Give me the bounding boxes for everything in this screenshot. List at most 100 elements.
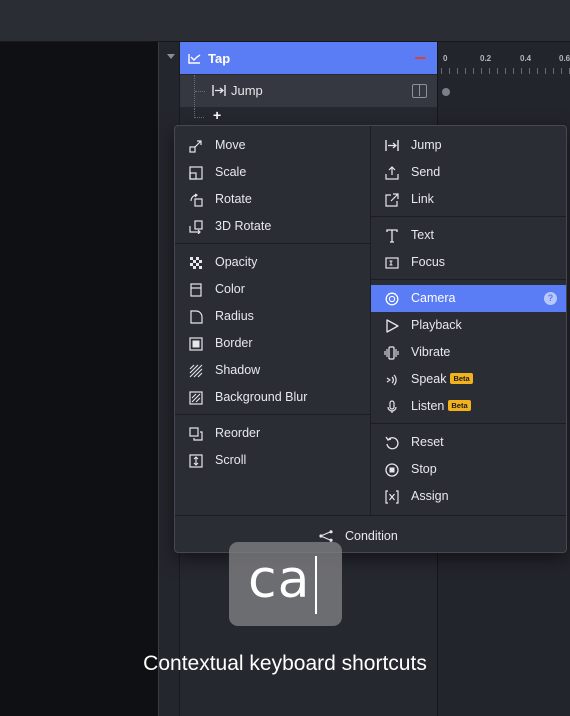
menu-item-vibrate[interactable]: Vibrate <box>371 339 566 366</box>
menu-item-label: Camera <box>411 291 456 305</box>
menu-item-link[interactable]: Link <box>371 186 566 213</box>
menu-item-focus[interactable]: Focus <box>371 249 566 276</box>
menu-item-label: Border <box>215 336 253 350</box>
reset-icon <box>384 435 399 450</box>
background-blur-icon <box>188 390 203 405</box>
link-icon <box>384 192 399 207</box>
rotate-3d-icon <box>188 219 203 234</box>
menu-item-label: Radius <box>215 309 254 323</box>
beta-badge: Beta <box>448 400 471 411</box>
color-icon <box>188 282 203 297</box>
jump-action-label: Jump <box>231 83 263 98</box>
collapse-caret-icon[interactable] <box>167 54 175 59</box>
vibrate-icon <box>384 345 399 360</box>
help-icon[interactable]: ? <box>544 292 557 305</box>
menu-item-scale[interactable]: Scale <box>175 159 371 186</box>
text-icon <box>384 228 399 243</box>
menu-item-label: Text <box>411 228 434 242</box>
add-action-menu: Move Scale Rotate 3D Rotate Opacity Colo… <box>174 125 567 553</box>
tap-trigger-row[interactable]: Tap <box>180 42 437 74</box>
menu-divider <box>175 243 371 244</box>
top-toolbar <box>0 0 570 42</box>
menu-item-listen[interactable]: Listen Beta <box>371 393 566 420</box>
tap-trigger-label: Tap <box>208 50 231 66</box>
jump-icon <box>212 85 226 96</box>
shadow-icon <box>188 363 203 378</box>
menu-item-label: Move <box>215 138 246 152</box>
typed-keys: ca <box>248 550 311 610</box>
menu-item-label: Rotate <box>215 192 252 206</box>
menu-item-scroll[interactable]: Scroll <box>175 447 371 474</box>
menu-item-label: Color <box>215 282 245 296</box>
menu-item-reorder[interactable]: Reorder <box>175 420 371 447</box>
menu-item-playback[interactable]: Playback <box>371 312 566 339</box>
add-action-row: + <box>180 107 437 126</box>
move-icon <box>188 138 203 153</box>
menu-item-text[interactable]: Text <box>371 222 566 249</box>
menu-item-assign[interactable]: Assign <box>371 483 566 510</box>
tap-trigger-icon <box>188 53 201 64</box>
menu-item-opacity[interactable]: Opacity <box>175 249 371 276</box>
menu-item-background-blur[interactable]: Background Blur <box>175 384 371 411</box>
timeline-ruler: 0 0.2 0.4 0.6 <box>437 42 570 74</box>
reorder-icon <box>188 426 203 441</box>
remove-trigger-icon[interactable] <box>415 57 426 59</box>
menu-item-label: Link <box>411 192 434 206</box>
menu-item-label: Reset <box>411 435 444 449</box>
menu-item-label: Jump <box>411 138 442 152</box>
menu-item-jump[interactable]: Jump <box>371 132 566 159</box>
speak-icon <box>384 372 399 387</box>
sidebar-toggle-icon[interactable] <box>412 84 427 98</box>
menu-item-label: Playback <box>411 318 462 332</box>
jump-action-row[interactable]: Jump <box>180 75 437 107</box>
menu-divider <box>371 279 566 280</box>
border-icon <box>188 336 203 351</box>
ruler-tick-label: 0 <box>443 54 448 63</box>
menu-item-label: Scale <box>215 165 247 179</box>
menu-item-stop[interactable]: Stop <box>371 456 566 483</box>
beta-badge: Beta <box>450 373 473 384</box>
menu-item-shadow[interactable]: Shadow <box>175 357 371 384</box>
keyframe-dot[interactable] <box>442 88 450 96</box>
menu-item-camera[interactable]: Camera ? <box>371 285 566 312</box>
menu-item-label: Scroll <box>215 453 247 467</box>
add-action-button[interactable]: + <box>213 107 221 123</box>
menu-item-label: Stop <box>411 462 437 476</box>
caption: Contextual keyboard shortcuts <box>143 652 427 675</box>
camera-icon <box>384 291 399 306</box>
menu-left-column: Move Scale Rotate 3D Rotate Opacity Colo… <box>175 126 371 515</box>
menu-item-radius[interactable]: Radius <box>175 303 371 330</box>
menu-item-text: Listen <box>411 399 445 413</box>
focus-icon <box>384 255 399 270</box>
ruler-tick-label: 0.2 <box>480 54 492 63</box>
menu-item-send[interactable]: Send <box>371 159 566 186</box>
ruler-ticks <box>441 68 570 74</box>
menu-item-speak[interactable]: Speak Beta <box>371 366 566 393</box>
radius-icon <box>188 309 203 324</box>
stop-icon <box>384 462 399 477</box>
playback-icon <box>384 318 399 333</box>
condition-label: Condition <box>345 529 398 543</box>
menu-item-label: Vibrate <box>411 345 451 359</box>
tree-connector <box>194 108 204 118</box>
scroll-icon <box>188 453 203 468</box>
jump-icon <box>384 138 399 153</box>
menu-item-label: Background Blur <box>215 390 308 404</box>
ruler-tick-label: 0.4 <box>520 54 532 63</box>
menu-item-label: Shadow <box>215 363 261 377</box>
ruler-tick-label: 0.6 <box>559 54 570 63</box>
menu-item-label: Opacity <box>215 255 258 269</box>
menu-item-color[interactable]: Color <box>175 276 371 303</box>
menu-item-label: Send <box>411 165 441 179</box>
menu-item-label: Reorder <box>215 426 261 440</box>
menu-item-3d-rotate[interactable]: 3D Rotate <box>175 213 371 240</box>
text-cursor <box>315 556 317 614</box>
menu-divider <box>175 414 371 415</box>
menu-item-label: Listen Beta <box>411 399 471 413</box>
menu-item-rotate[interactable]: Rotate <box>175 186 371 213</box>
canvas-area <box>0 42 158 716</box>
menu-item-border[interactable]: Border <box>175 330 371 357</box>
rotate-icon <box>188 192 203 207</box>
menu-item-move[interactable]: Move <box>175 132 371 159</box>
menu-item-reset[interactable]: Reset <box>371 429 566 456</box>
